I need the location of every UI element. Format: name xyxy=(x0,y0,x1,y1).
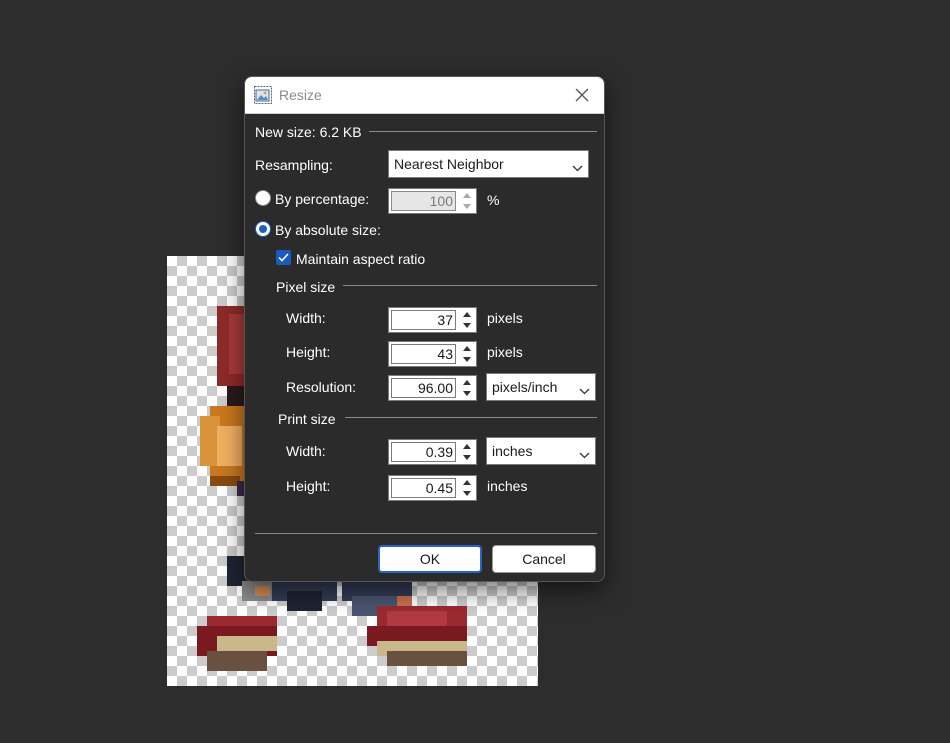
pixel-size-header: Pixel size xyxy=(276,279,336,295)
percentage-input[interactable]: 100 xyxy=(391,191,456,211)
resolution-input[interactable]: 96.00 xyxy=(391,378,456,398)
checkmark-icon xyxy=(278,253,289,262)
spin-down-icon[interactable] xyxy=(458,452,475,463)
percentage-stepper[interactable]: 100 xyxy=(388,188,477,214)
print-size-header: Print size xyxy=(278,411,336,427)
pixel-width-input[interactable]: 37 xyxy=(391,310,456,330)
spin-down-icon[interactable] xyxy=(458,488,475,499)
print-width-label: Width: xyxy=(286,443,326,459)
resolution-stepper[interactable]: 96.00 xyxy=(388,375,477,401)
close-icon xyxy=(575,88,589,102)
by-absolute-size-label[interactable]: By absolute size: xyxy=(275,222,381,238)
by-percentage-radio[interactable] xyxy=(255,190,271,206)
print-height-stepper[interactable]: 0.45 xyxy=(388,475,477,501)
resolution-unit-value: pixels/inch xyxy=(492,379,558,395)
print-height-unit: inches xyxy=(487,478,528,494)
spin-down-icon[interactable] xyxy=(458,201,475,212)
spin-up-icon[interactable] xyxy=(458,309,475,320)
close-button[interactable] xyxy=(568,82,596,108)
spin-down-icon[interactable] xyxy=(458,354,475,365)
print-width-stepper[interactable]: 0.39 xyxy=(388,439,477,465)
spin-down-icon[interactable] xyxy=(458,320,475,331)
print-width-input[interactable]: 0.39 xyxy=(391,442,456,462)
separator xyxy=(369,131,597,132)
spin-down-icon[interactable] xyxy=(458,388,475,399)
spin-up-icon[interactable] xyxy=(458,441,475,452)
chevron-down-icon xyxy=(572,159,583,175)
pixel-height-unit: pixels xyxy=(487,344,523,360)
chevron-down-icon xyxy=(579,382,590,398)
resampling-select[interactable]: Nearest Neighbor xyxy=(388,150,589,178)
resize-dialog: Resize New size: 6.2 KB Resampling: Near… xyxy=(244,76,605,582)
spin-up-icon[interactable] xyxy=(458,377,475,388)
separator xyxy=(343,285,597,286)
maintain-aspect-label[interactable]: Maintain aspect ratio xyxy=(296,251,425,267)
spin-up-icon[interactable] xyxy=(458,343,475,354)
chevron-down-icon xyxy=(579,446,590,462)
spin-up-icon[interactable] xyxy=(458,477,475,488)
separator xyxy=(255,533,597,534)
resolution-label: Resolution: xyxy=(286,379,357,395)
dialog-titlebar[interactable]: Resize xyxy=(245,77,604,114)
cancel-button[interactable]: Cancel xyxy=(492,545,596,573)
print-height-label: Height: xyxy=(286,478,331,494)
new-size-label: New size: 6.2 KB xyxy=(255,124,362,140)
print-width-unit-select[interactable]: inches xyxy=(486,437,596,465)
pixel-height-label: Height: xyxy=(286,344,331,360)
image-resize-icon xyxy=(254,86,272,104)
print-height-input[interactable]: 0.45 xyxy=(391,478,456,498)
separator xyxy=(345,417,597,418)
resampling-value: Nearest Neighbor xyxy=(394,156,504,172)
by-percentage-label[interactable]: By percentage: xyxy=(275,191,369,207)
pixel-width-label: Width: xyxy=(286,310,326,326)
by-absolute-size-radio[interactable] xyxy=(255,221,271,237)
resampling-label: Resampling: xyxy=(255,157,333,173)
print-width-unit-value: inches xyxy=(492,443,533,459)
pixel-height-input[interactable]: 43 xyxy=(391,344,456,364)
ok-button[interactable]: OK xyxy=(378,545,482,573)
pixel-height-stepper[interactable]: 43 xyxy=(388,341,477,367)
percentage-unit: % xyxy=(487,192,500,208)
maintain-aspect-checkbox[interactable] xyxy=(276,250,291,265)
spin-up-icon[interactable] xyxy=(458,190,475,201)
resolution-unit-select[interactable]: pixels/inch xyxy=(486,373,596,401)
dialog-title: Resize xyxy=(279,87,322,103)
pixel-width-unit: pixels xyxy=(487,310,523,326)
pixel-width-stepper[interactable]: 37 xyxy=(388,307,477,333)
